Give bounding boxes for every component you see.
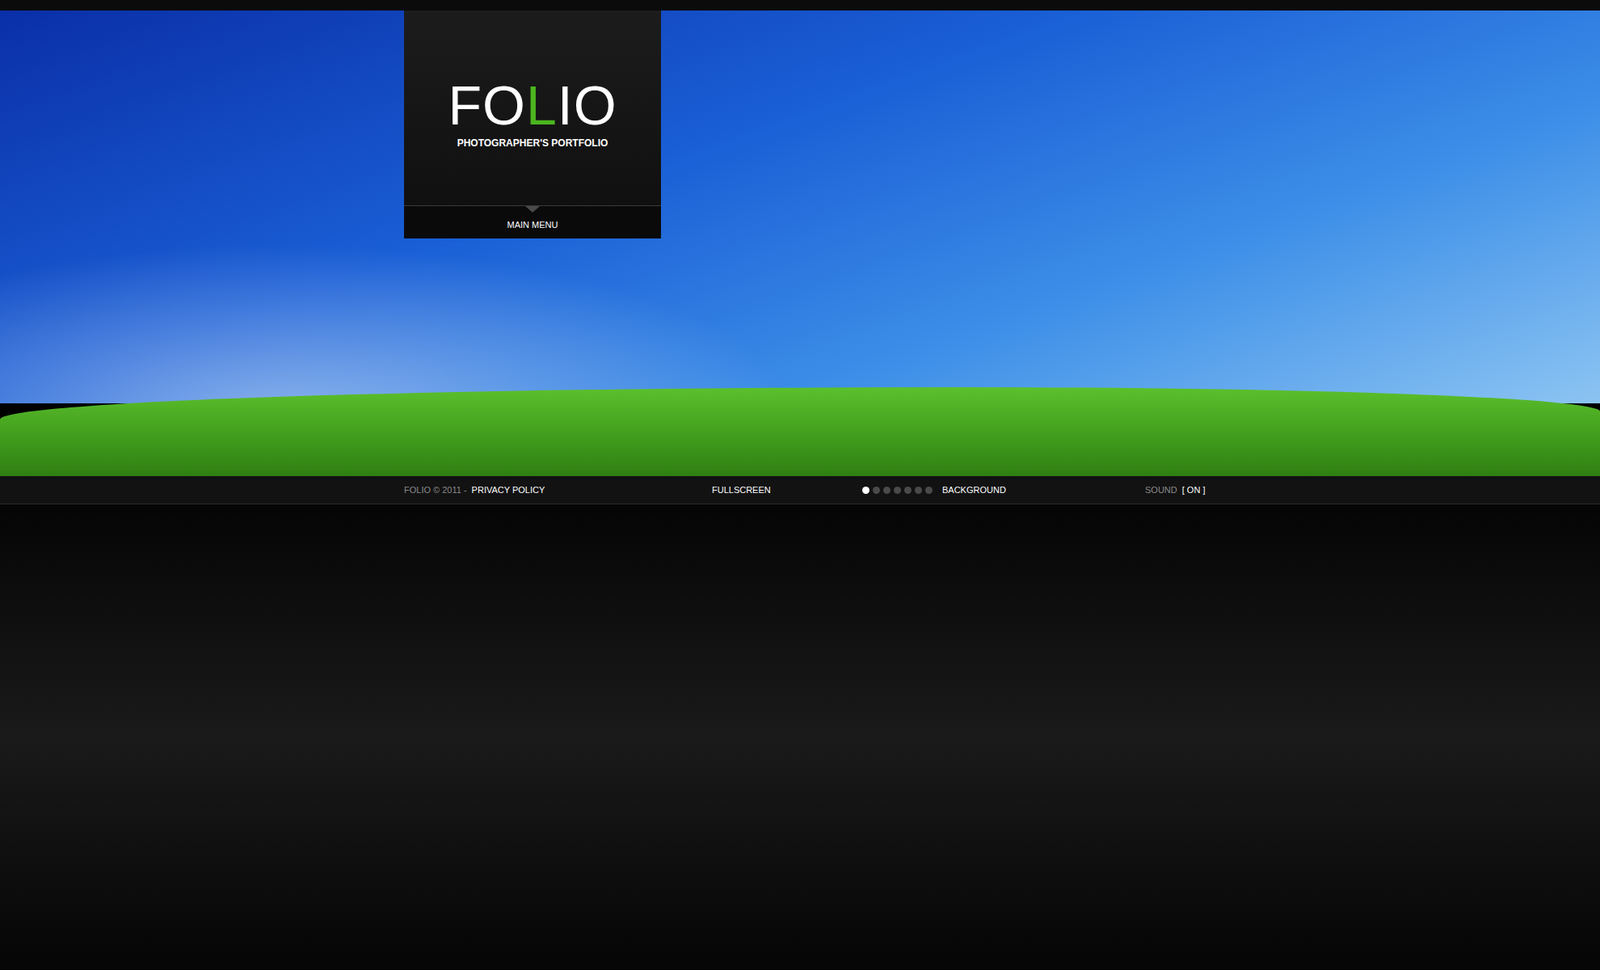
copyright: FOLIO © 2011 -	[404, 484, 468, 495]
logo-panel: FOLIO PHOTOGRAPHER'S PORTFOLIO MAIN MENU	[404, 10, 662, 239]
grass	[0, 387, 1600, 476]
fullscreen-button[interactable]: FULLSCREEN	[711, 484, 771, 495]
page: FOLIO PHOTOGRAPHER'S PORTFOLIO MAIN MENU…	[0, 0, 1600, 970]
bottom-bar: FOLIO © 2011 - PRIVACY POLICY FULLSCREEN…	[0, 475, 1600, 505]
logo-letters: IO	[557, 74, 618, 136]
arrow-down-icon	[525, 206, 540, 213]
background-label: BACKGROUND	[942, 484, 1007, 495]
background-dot[interactable]	[893, 486, 902, 494]
logo[interactable]: FOLIO	[447, 77, 617, 133]
background-dot[interactable]	[904, 486, 912, 494]
background-switcher	[862, 486, 933, 494]
logo-letters: FO	[447, 74, 526, 136]
background-dot[interactable]	[925, 486, 933, 494]
sky	[0, 10, 1600, 404]
background-dot[interactable]	[883, 486, 891, 494]
footer	[0, 504, 1600, 970]
background-photo: FOLIO PHOTOGRAPHER'S PORTFOLIO MAIN MENU	[0, 10, 1600, 476]
sound-label: SOUND	[1145, 484, 1178, 495]
privacy-policy-link[interactable]: PRIVACY POLICY	[471, 484, 546, 495]
sound-toggle[interactable]: [ ON ]	[1182, 484, 1206, 495]
background-dot[interactable]	[914, 486, 923, 494]
logo-letters: L	[526, 74, 558, 136]
background-dot[interactable]	[872, 486, 880, 494]
tagline: PHOTOGRAPHER'S PORTFOLIO	[457, 137, 609, 149]
top-bar	[0, 0, 1600, 11]
main-menu-button[interactable]: MAIN MENU	[404, 205, 662, 239]
background-dot[interactable]	[862, 486, 870, 494]
